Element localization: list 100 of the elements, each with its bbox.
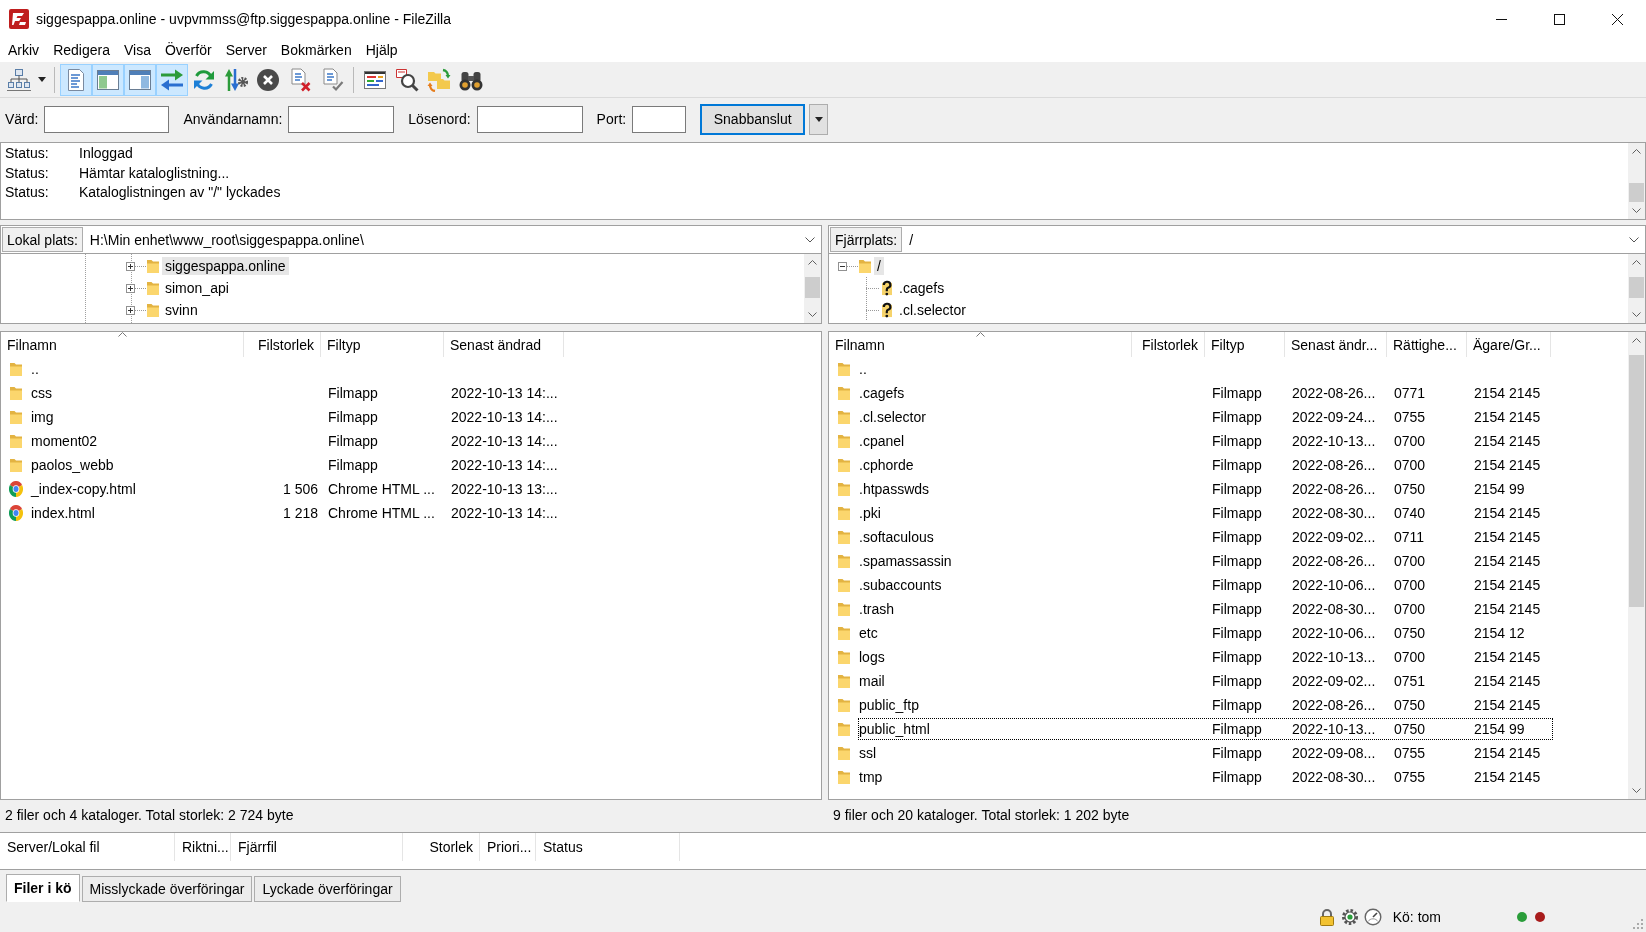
file-row[interactable]: ..	[858, 358, 1553, 380]
file-row[interactable]: .cpanel Filmapp 2022-10-13... 0700 2154 2145	[858, 430, 1553, 452]
maximize-icon[interactable]	[1553, 13, 1565, 25]
scrollbar[interactable]	[1628, 143, 1645, 219]
table-cell: Filmapp	[1212, 721, 1262, 737]
table-cell: ..	[31, 361, 39, 377]
menu-item[interactable]: Server	[218, 39, 274, 61]
column-header[interactable]: Senast ändr...	[1285, 332, 1387, 357]
folder-icon	[837, 577, 851, 593]
menu-item[interactable]: Redigera	[46, 39, 117, 61]
input-field[interactable]	[632, 105, 687, 133]
file-row[interactable]: .subaccounts Filmapp 2022-10-06... 0700 2154 2145	[858, 574, 1553, 596]
tree-item[interactable]: simon_api	[162, 279, 232, 297]
file-row[interactable]: .spamassassin Filmapp 2022-08-26... 0700 2154 2145	[858, 550, 1553, 572]
scroll-up-icon[interactable]	[1632, 149, 1641, 154]
scrollbar-thumb[interactable]	[1629, 276, 1644, 299]
tab[interactable]: Lyckade överföringar	[254, 876, 401, 902]
column-header[interactable]: Filnamn	[829, 332, 1132, 357]
table-cell: 0700	[1394, 553, 1426, 569]
caret-icon[interactable]	[38, 77, 46, 82]
file-row[interactable]: .cphorde Filmapp 2022-08-26... 0700 2154 2145	[858, 454, 1553, 476]
column-header[interactable]: Rättighe...	[1387, 332, 1467, 357]
tree-item[interactable]: .cl.selector	[896, 301, 969, 319]
scroll-down-icon[interactable]	[1632, 312, 1641, 317]
field-label: Lösenord:	[408, 111, 471, 127]
file-row[interactable]: .htpasswds Filmapp 2022-08-26... 0750 2154 99	[858, 478, 1553, 500]
caret-icon[interactable]	[814, 116, 823, 122]
column-header[interactable]: Status	[536, 833, 680, 861]
log-label: Status:	[5, 183, 50, 202]
browser-icon	[9, 481, 23, 497]
menu-item[interactable]: Överför	[157, 39, 219, 61]
file-row[interactable]: .cagefs Filmapp 2022-08-26... 0771 2154 2145	[858, 382, 1553, 404]
file-row[interactable]: public_html Filmapp 2022-10-13... 0750 2154 99	[858, 718, 1553, 740]
input-field[interactable]	[476, 105, 583, 133]
file-row[interactable]: public_ftp Filmapp 2022-08-26... 0750 2154 2145	[858, 694, 1553, 716]
table-cell: 0750	[1394, 625, 1426, 641]
scrollbar[interactable]	[1628, 254, 1645, 323]
scroll-up-icon[interactable]	[1632, 260, 1641, 265]
input-field[interactable]	[288, 105, 395, 133]
folder-icon	[837, 385, 851, 401]
expand-icon[interactable]	[126, 283, 135, 293]
column-header[interactable]: Storlek	[403, 833, 480, 861]
expand-icon[interactable]	[126, 261, 135, 271]
file-row[interactable]: .cl.selector Filmapp 2022-09-24... 0755 2154 2145	[858, 406, 1553, 428]
path-combobox[interactable]: /	[903, 226, 1645, 253]
column-header[interactable]: Priori...	[480, 833, 536, 861]
column-header[interactable]: Filnamn	[1, 332, 244, 357]
column-header[interactable]: Filtyp	[1205, 332, 1285, 357]
scrollbar[interactable]	[1628, 332, 1645, 799]
column-header[interactable]: Filtyp	[321, 332, 444, 357]
field-label: Användarnamn:	[183, 111, 283, 127]
scroll-up-icon[interactable]	[1632, 338, 1641, 343]
scroll-down-icon[interactable]	[1632, 208, 1641, 213]
close-icon[interactable]	[1611, 13, 1623, 25]
collapse-icon[interactable]	[838, 261, 847, 271]
column-header[interactable]: Filstorlek	[1132, 332, 1205, 357]
column-header[interactable]: Filstorlek	[244, 332, 321, 357]
table-cell: Filmapp	[328, 409, 378, 425]
column-header[interactable]: Riktni...	[175, 833, 231, 861]
file-row[interactable]: etc Filmapp 2022-10-06... 0750 2154 12	[858, 622, 1553, 644]
menu-item[interactable]: Visa	[116, 39, 158, 61]
tree-item[interactable]: /	[874, 257, 884, 275]
scroll-down-icon[interactable]	[808, 312, 817, 317]
tree-item[interactable]: svinn	[162, 301, 201, 319]
scrollbar-thumb[interactable]	[1629, 182, 1644, 202]
chevron-down-icon[interactable]	[1629, 236, 1639, 243]
file-row[interactable]: logs Filmapp 2022-10-13... 0700 2154 2145	[858, 646, 1553, 668]
menu-item[interactable]: Arkiv	[1, 39, 47, 61]
file-row[interactable]: ssl Filmapp 2022-09-08... 0755 2154 2145	[858, 742, 1553, 764]
column-header[interactable]: Senast ändrad	[444, 332, 564, 357]
dropdown-button[interactable]	[809, 103, 829, 135]
tree-item[interactable]: .cagefs	[896, 279, 948, 297]
chevron-down-icon[interactable]	[805, 236, 815, 243]
scrollbar[interactable]	[804, 254, 821, 323]
menu-item[interactable]: Hjälp	[358, 39, 405, 61]
scrollbar-thumb[interactable]	[805, 276, 820, 299]
file-row[interactable]: mail Filmapp 2022-09-02... 0751 2154 2145	[858, 670, 1553, 692]
column-header[interactable]: Fjärrfil	[231, 833, 403, 861]
scroll-down-icon[interactable]	[1632, 788, 1641, 793]
tab[interactable]: Misslyckade överföringar	[81, 876, 253, 902]
input-field[interactable]	[44, 105, 170, 133]
file-row[interactable]: tmp Filmapp 2022-08-30... 0755 2154 2145	[858, 766, 1553, 788]
window-title: siggespappa.online - uvpvmmss@ftp.siggespappa.online - FileZilla	[36, 11, 452, 27]
table-cell: Filmapp	[1212, 745, 1262, 761]
scroll-up-icon[interactable]	[808, 260, 817, 265]
quickconnect-button[interactable]: Snabbanslut	[700, 103, 806, 135]
column-header[interactable]: Ägare/Gr...	[1467, 332, 1551, 357]
menu-item[interactable]: Bokmärken	[273, 39, 359, 61]
column-header[interactable]: Server/Lokal fil	[0, 833, 175, 861]
scrollbar-thumb[interactable]	[1629, 354, 1644, 607]
file-row[interactable]: .pki Filmapp 2022-08-30... 0740 2154 2145	[858, 502, 1553, 524]
tree-item[interactable]: siggespappa.online	[162, 257, 289, 275]
file-row[interactable]: .softaculous Filmapp 2022-09-02... 0711 2154 2145	[858, 526, 1553, 548]
file-row[interactable]: .trash Filmapp 2022-08-30... 0700 2154 2145	[858, 598, 1553, 620]
table-cell: 2022-10-13...	[1292, 433, 1376, 449]
folder-icon	[837, 433, 851, 449]
expand-icon[interactable]	[126, 305, 135, 315]
path-combobox[interactable]: H:\Min enhet\www_root\siggespappa.online\	[83, 226, 821, 253]
tab[interactable]: Filer i kö	[6, 874, 80, 902]
minimize-icon[interactable]	[1495, 18, 1507, 20]
